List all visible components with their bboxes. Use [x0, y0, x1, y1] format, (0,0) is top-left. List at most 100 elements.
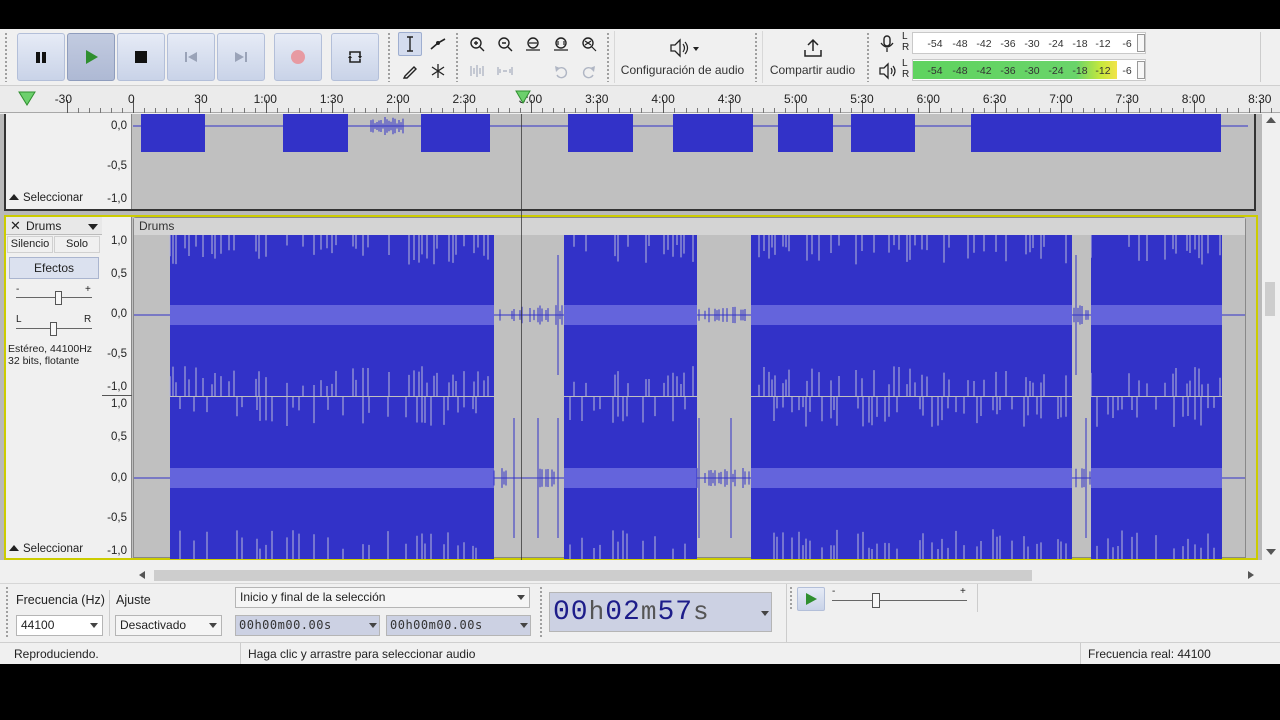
record-button[interactable]: [274, 33, 322, 81]
solo-button[interactable]: Solo: [54, 236, 100, 253]
ruler-minor-tick: [652, 108, 654, 113]
track-name[interactable]: Drums: [26, 219, 61, 233]
ruler-tick-label: 3:30: [585, 92, 609, 106]
drums-amplitude-ruler[interactable]: 1,0 0,5 0,0 -0,5 -1,0 1,0 0,5 0,0 -0,5 -…: [102, 217, 132, 558]
gain-slider-track[interactable]: [16, 297, 92, 298]
meter-tick-label: -42: [976, 38, 992, 50]
project-rate-value: 44100: [21, 618, 55, 632]
drums-select-button[interactable]: Seleccionar: [6, 542, 86, 558]
chevron-down-icon[interactable]: [520, 623, 528, 628]
ruler-minor-tick: [442, 108, 444, 113]
ruler-minor-tick: [1171, 108, 1173, 113]
fit-project-button[interactable]: [549, 32, 573, 56]
horizontal-scroll-thumb[interactable]: [154, 570, 1032, 581]
redo-button[interactable]: [577, 59, 601, 83]
amp-label: -0,5: [107, 348, 127, 360]
speaker-icon[interactable]: [877, 61, 899, 84]
toolbar-grip[interactable]: [4, 32, 8, 82]
play-at-speed-button[interactable]: [797, 587, 825, 611]
meter-tick-label: -48: [952, 65, 968, 77]
record-meter[interactable]: -54 -48 -42 -36 -30 -24 -18 -12 -6: [912, 32, 1146, 54]
toolbar: Configuración de audio Compartir audio L…: [0, 29, 1280, 85]
share-audio-button[interactable]: Compartir audio: [762, 31, 862, 83]
timeline-options-icon[interactable]: [18, 91, 36, 110]
zoom-out-button[interactable]: [493, 32, 517, 56]
audacity-window: Configuración de audio Compartir audio L…: [0, 29, 1280, 664]
track-1-amplitude-ruler[interactable]: 0,0 -0,5 -1,0: [102, 114, 132, 209]
share-grip[interactable]: [754, 32, 758, 82]
audio-setup-button[interactable]: Configuración de audio: [614, 31, 750, 83]
record-meter-knob[interactable]: [1137, 34, 1145, 52]
time-toolbar-grip[interactable]: [539, 586, 543, 638]
trim-audio-button[interactable]: [465, 59, 489, 83]
scroll-down-icon[interactable]: [1266, 549, 1276, 555]
zoom-toggle-button[interactable]: [577, 32, 601, 56]
ruler-minor-tick: [99, 108, 101, 113]
microphone-icon[interactable]: [877, 34, 897, 57]
track-1-clip[interactable]: [133, 114, 1248, 209]
speed-slider-thumb[interactable]: [872, 593, 880, 608]
project-rate-select[interactable]: 44100: [16, 615, 103, 636]
drums-clip[interactable]: Drums: [133, 217, 1246, 559]
gain-slider-thumb[interactable]: [55, 291, 62, 305]
chevron-down-icon[interactable]: [369, 623, 377, 628]
ruler-minor-tick: [276, 108, 278, 113]
stop-button[interactable]: [117, 33, 165, 81]
effects-button[interactable]: Efectos: [9, 257, 99, 279]
skip-to-end-button[interactable]: [217, 33, 265, 81]
selection-start-time[interactable]: 00h00m00.00s: [235, 615, 380, 636]
chevron-down-icon[interactable]: [761, 611, 769, 616]
skip-to-start-button[interactable]: [167, 33, 215, 81]
waveform-rms: [1091, 468, 1222, 488]
scroll-right-icon[interactable]: [1248, 571, 1254, 579]
play-button[interactable]: [67, 33, 115, 81]
record-icon: [291, 50, 305, 64]
ruler-minor-tick: [1083, 108, 1085, 113]
time-seconds: 57: [657, 597, 694, 628]
amp-label: -1,0: [107, 193, 127, 205]
selection-tool[interactable]: [398, 32, 422, 56]
ruler-tick-label: -30: [54, 92, 73, 106]
clip-title[interactable]: Drums: [134, 218, 1245, 235]
ruler-minor-tick: [188, 108, 190, 113]
play-at-speed-grip[interactable]: [789, 586, 793, 610]
vertical-scroll-thumb[interactable]: [1265, 282, 1275, 316]
playback-meter-knob[interactable]: [1137, 61, 1145, 79]
ruler-minor-tick: [309, 108, 311, 113]
speed-slider-track[interactable]: [832, 600, 967, 601]
amp-label: -0,5: [107, 160, 127, 172]
draw-tool[interactable]: [398, 59, 422, 83]
zoom-in-button[interactable]: [465, 32, 489, 56]
envelope-tool[interactable]: [426, 32, 450, 56]
audio-position-display[interactable]: 00h02m57s: [549, 592, 772, 632]
selection-mode-select[interactable]: Inicio y final de la selección: [235, 587, 530, 608]
playback-meter[interactable]: -54 -48 -42 -36 -30 -24 -18 -12 -6: [912, 59, 1146, 81]
pause-button[interactable]: [17, 33, 65, 81]
tools-grip[interactable]: [387, 32, 391, 82]
snap-select[interactable]: Desactivado: [115, 615, 222, 636]
loop-button[interactable]: [331, 33, 379, 81]
silence-audio-button[interactable]: [493, 59, 517, 83]
fit-selection-button[interactable]: [521, 32, 545, 56]
close-track-icon[interactable]: ✕: [8, 218, 23, 233]
track-menu-chevron-icon[interactable]: [88, 224, 98, 230]
selection-toolbar-grip[interactable]: [5, 586, 9, 638]
timeline-ruler[interactable]: -30 0 30 1:00 1:30 2:00 2:30 3:00 3:30 4:00 4:30 5:…: [0, 85, 1280, 113]
multi-tool[interactable]: [426, 59, 450, 83]
horizontal-scrollbar[interactable]: [134, 567, 1260, 583]
selection-end-time[interactable]: 00h00m00.00s: [386, 615, 531, 636]
ruler-minor-tick: [707, 108, 709, 113]
meter-grip[interactable]: [866, 32, 870, 82]
mute-button[interactable]: Silencio: [7, 236, 53, 253]
scroll-up-icon[interactable]: [1266, 117, 1276, 123]
share-icon: [803, 38, 822, 57]
edit-grip[interactable]: [455, 32, 459, 82]
chevron-down-icon: [517, 595, 525, 600]
audio-setup-grip[interactable]: [606, 32, 610, 82]
track-1-select-button[interactable]: Seleccionar: [6, 191, 86, 207]
ruler-minor-tick: [552, 108, 554, 113]
pan-slider-thumb[interactable]: [50, 322, 57, 336]
scroll-left-icon[interactable]: [139, 571, 145, 579]
vertical-scrollbar[interactable]: [1262, 114, 1280, 560]
undo-button[interactable]: [549, 59, 573, 83]
